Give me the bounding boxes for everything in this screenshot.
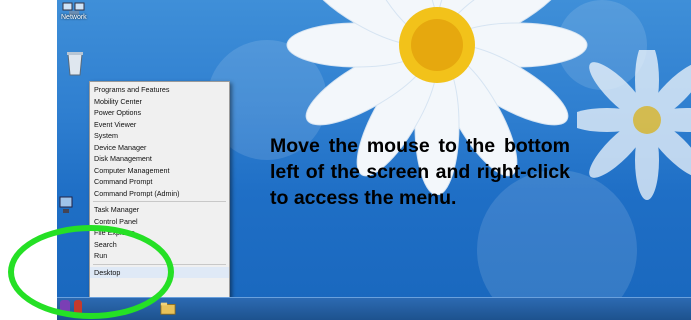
network-label: Network [61, 14, 87, 21]
menu-item-disk-management[interactable]: Disk Management [90, 153, 229, 165]
menu-item-command-prompt[interactable]: Command Prompt [90, 176, 229, 188]
menu-separator [93, 201, 226, 202]
instruction-text: Move the mouse to the bottom left of the… [270, 135, 570, 209]
menu-item-device-manager[interactable]: Device Manager [90, 142, 229, 154]
flower-wallpaper-small [577, 50, 691, 200]
highlight-circle [8, 225, 174, 319]
menu-item-command-prompt-admin[interactable]: Command Prompt (Admin) [90, 188, 229, 200]
menu-item-task-manager[interactable]: Task Manager [90, 204, 229, 216]
file-explorer-icon[interactable] [160, 300, 176, 316]
menu-item-system[interactable]: System [90, 130, 229, 142]
menu-item-computer-management[interactable]: Computer Management [90, 165, 229, 177]
menu-item-control-panel[interactable]: Control Panel [90, 216, 229, 228]
menu-item-power-options[interactable]: Power Options [90, 107, 229, 119]
computer-icon[interactable] [59, 195, 73, 217]
menu-item-programs-and-features[interactable]: Programs and Features [90, 84, 229, 96]
recycle-bin-icon[interactable] [65, 50, 85, 76]
menu-item-mobility-center[interactable]: Mobility Center [90, 96, 229, 108]
menu-item-event-viewer[interactable]: Event Viewer [90, 119, 229, 131]
